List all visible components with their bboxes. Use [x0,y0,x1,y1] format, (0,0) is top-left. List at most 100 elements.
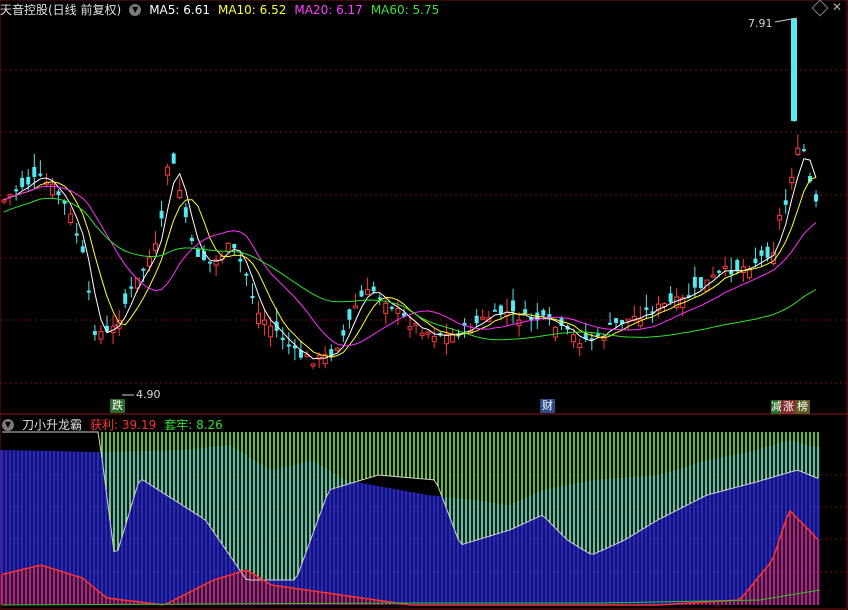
candle-body [577,343,583,349]
candle-body [541,310,546,316]
candle-body [359,290,364,297]
candle-body [225,242,231,253]
profit-value: 获利: 39.19 [90,418,157,432]
candle-body [474,315,479,324]
candle-body [208,261,213,264]
candle-body [789,176,795,184]
event-marker-rank[interactable]: 榜 [795,400,810,414]
window-controls: ✕ [811,0,842,17]
candle-body [38,173,43,176]
event-marker-fall[interactable]: 跌 [110,399,125,413]
indicator-header: ▼ 刀小升龙霸 获利: 39.19 套牢: 8.26 [0,416,223,434]
candle-body [668,293,673,303]
candle-body [523,309,528,314]
chevron-down-icon[interactable]: ▼ [129,4,142,16]
candle-body [334,347,340,351]
candle-body [32,167,37,177]
candle-body [801,149,806,152]
candle-body [431,335,437,343]
candle-body [98,331,104,340]
candle-body [195,248,200,257]
candle-body [68,213,74,224]
chart-canvas [0,0,848,610]
candle-body [783,200,788,205]
candle-body [1,199,7,203]
candle-body [795,147,801,156]
candle-body [571,334,577,343]
indicator-name: 刀小升龙霸 [22,418,83,432]
event-marker-rise[interactable]: 涨 [781,400,796,414]
candle-body [791,19,797,121]
close-icon[interactable]: ✕ [832,1,842,14]
low-price-label: 4.90 [136,388,161,401]
ma20-value: MA20: 6.17 [294,3,363,17]
candle-body [765,246,770,258]
candle-body [159,210,164,219]
candle-body [74,233,79,236]
candle-body [814,194,819,202]
candle-body [280,337,285,341]
candle-body [153,243,158,251]
candle-body [341,330,346,336]
chevron-down-icon[interactable]: ▼ [2,419,14,431]
candle-body [262,319,268,326]
candle-body [371,286,376,292]
candle-body [595,334,600,337]
candle-body [250,295,255,298]
candle-body [92,331,97,335]
candle-body [722,266,728,270]
candle-body [753,258,758,264]
candle-body [26,176,31,185]
candle-body [425,331,431,335]
candle-body [141,268,146,271]
candle-body [552,326,558,338]
event-marker-finance[interactable]: 财 [540,399,555,413]
candle-body [389,306,394,309]
candle-body [710,274,716,278]
candle-body [20,177,25,188]
candle-body [511,300,516,312]
candle-body [777,214,783,221]
candle-body [498,305,503,315]
candle-body [232,244,237,249]
candle-body [129,286,134,289]
candle-body [735,260,740,271]
candle-body [165,166,171,176]
candle-body [14,189,19,192]
candle-body [86,290,91,293]
candle-body [347,309,352,320]
candle-body [123,293,128,304]
candle-body [80,246,85,253]
candle-body [644,307,649,310]
candle-body [614,318,619,323]
candle-body [268,325,274,338]
candle-body [698,277,703,288]
stock-title: 天音控股(日线 前复权) [0,3,122,17]
candle-body [352,305,358,309]
candle-body [625,318,631,322]
ma60-value: MA60: 5.75 [370,3,440,17]
candle-body [244,273,249,276]
stock-chart-window: 天音控股(日线 前复权) ▼ MA5: 6.61 MA10: 6.52 MA20… [0,0,848,610]
candle-body [183,207,188,218]
main-chart-header: 天音控股(日线 前复权) ▼ MA5: 6.61 MA10: 6.52 MA20… [0,1,439,19]
candle-body [56,191,61,196]
candle-body [256,312,262,325]
candle-body [759,250,764,256]
trapped-value: 套牢: 8.26 [164,418,223,432]
candle-body [383,302,389,314]
candle-body [480,316,486,320]
candle-body [7,194,13,198]
dash-label: - [114,318,118,331]
candle-body [395,308,401,314]
candle-body [692,276,697,288]
candle-body [310,363,316,367]
candle-body [492,309,497,312]
candle-body [365,289,371,296]
candle-body [189,237,194,242]
ma10-value: MA10: 6.52 [217,3,287,17]
candle-body [419,332,425,337]
candle-body [146,257,152,267]
candle-body [286,344,291,347]
candle-body [407,326,413,330]
